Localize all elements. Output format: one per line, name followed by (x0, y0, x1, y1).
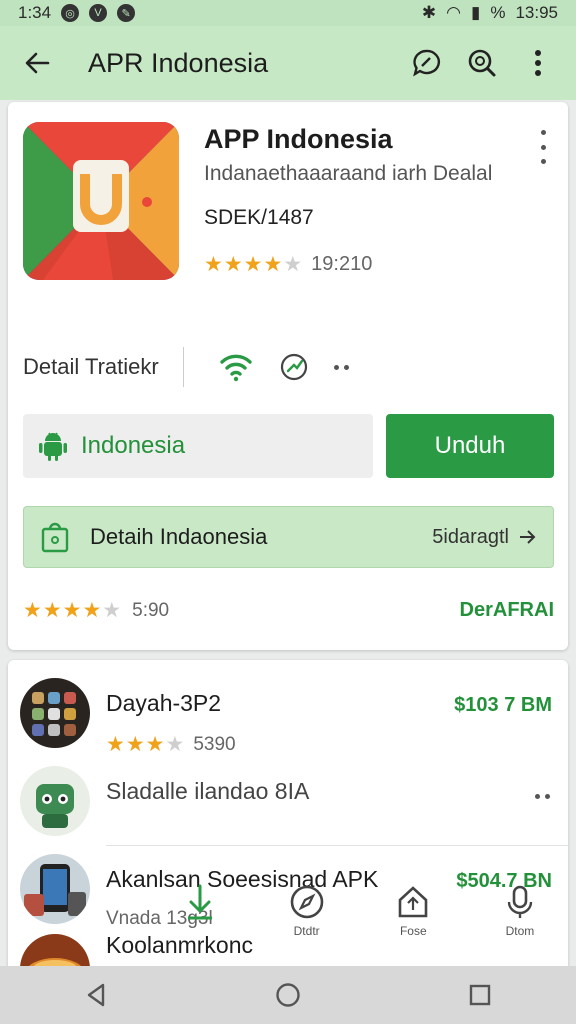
battery-icon: % (490, 3, 506, 22)
chat-icon[interactable] (402, 39, 450, 87)
status-bar: 1:34 ◎ V ✎ ✱ ◠ ▮ % 13:95 (0, 0, 576, 26)
list-item-title: Dayah-3P2 (106, 690, 222, 716)
status-time-right: 13:95 (515, 3, 558, 22)
info-bar-right: 5idaragtl (432, 526, 537, 549)
avatar (20, 854, 90, 924)
wifi-icon[interactable] (214, 345, 258, 389)
list-item-count: 5390 (193, 733, 236, 755)
page-title: APR Indonesia (88, 47, 269, 78)
app-bar: APR Indonesia (0, 26, 576, 100)
avatar (20, 678, 90, 748)
rating-stars-2: ★★★★★ (23, 599, 123, 622)
notification-icon: ◎ (61, 4, 80, 22)
app-detail-card: APP Indonesia Indanaethaaaraand iarh Dea… (8, 102, 568, 650)
list-item-title: Sladalle ilandao 8IA (106, 778, 310, 804)
app-rating: ★★★★★ 19:210 (204, 252, 372, 277)
download-icon (183, 880, 217, 924)
rating-row: ★★★★★ 5:90 DerAFRAI (23, 598, 554, 623)
info-bar-right-text: 5idaragtl (432, 525, 509, 548)
more-vert-icon[interactable] (514, 39, 562, 87)
nav-label: Dtdtr (293, 924, 320, 938)
nav-mic[interactable]: Dtom (480, 880, 560, 970)
home-icon (396, 880, 430, 924)
shopping-bag-icon (41, 522, 69, 553)
notification-icon-2: V (89, 4, 108, 22)
download-button[interactable]: Unduh (386, 414, 554, 478)
signal-icon: ▮ (470, 3, 481, 22)
nav-label: Fose (399, 924, 427, 938)
rating-count-2: 5:90 (132, 599, 170, 621)
app-version: SDEK/1487 (204, 206, 314, 229)
arrow-left-icon[interactable] (14, 40, 60, 86)
nav-home[interactable]: Fose (373, 880, 453, 970)
explore-icon (289, 880, 325, 924)
bluetooth-icon: ✱ (421, 3, 437, 22)
avatar (20, 766, 90, 836)
card-more-icon[interactable] (532, 130, 554, 164)
list-item[interactable]: Dayah-3P2 ★★★★ 5390 $103 7 BM (8, 666, 568, 758)
more-horiz-icon[interactable] (334, 364, 349, 370)
actions-row: Detail Tratiekr (23, 342, 553, 392)
bottom-navigation: Dtdtr Fose Dtom (160, 880, 560, 970)
list-item[interactable]: Sladalle ilandao 8IA (8, 754, 568, 846)
recents-square-icon[interactable] (458, 973, 502, 1017)
android-icon (39, 432, 67, 461)
list-item-price: $103 7 BM (454, 694, 552, 716)
arrow-right-icon (520, 530, 536, 544)
more-horiz-icon[interactable] (535, 794, 550, 799)
nav-download[interactable] (160, 880, 240, 970)
mic-icon (506, 880, 534, 924)
status-time-left: 1:34 (18, 3, 52, 22)
rating-stars: ★★★★★ (204, 253, 304, 276)
info-bar[interactable]: Detaih Indaonesia 5idaragtl (23, 506, 554, 568)
nav-label: Dtom (505, 924, 535, 938)
notification-icon-3: ✎ (117, 4, 136, 22)
rating-count: 19:210 (311, 253, 373, 275)
back-triangle-icon[interactable] (74, 973, 118, 1017)
rating-link[interactable]: DerAFRAI (460, 599, 554, 622)
secondary-button-label: Indonesia (81, 432, 186, 459)
system-nav-bar (0, 966, 576, 1024)
divider (183, 347, 184, 387)
app-name: APP Indonesia (204, 124, 393, 154)
secondary-button[interactable]: Indonesia (23, 414, 373, 478)
home-circle-icon[interactable] (266, 973, 310, 1017)
wifi-status-icon: ◠ (446, 3, 461, 22)
info-bar-label: Detaih Indaonesia (90, 524, 268, 549)
detail-label[interactable]: Detail Tratiekr (23, 354, 183, 380)
app-subtitle: Indanaethaaaraand iarh Dealal (204, 162, 493, 185)
share-icon[interactable] (272, 345, 316, 389)
app-logo (23, 122, 179, 280)
search-icon[interactable] (458, 39, 506, 87)
nav-explore[interactable]: Dtdtr (267, 880, 347, 970)
